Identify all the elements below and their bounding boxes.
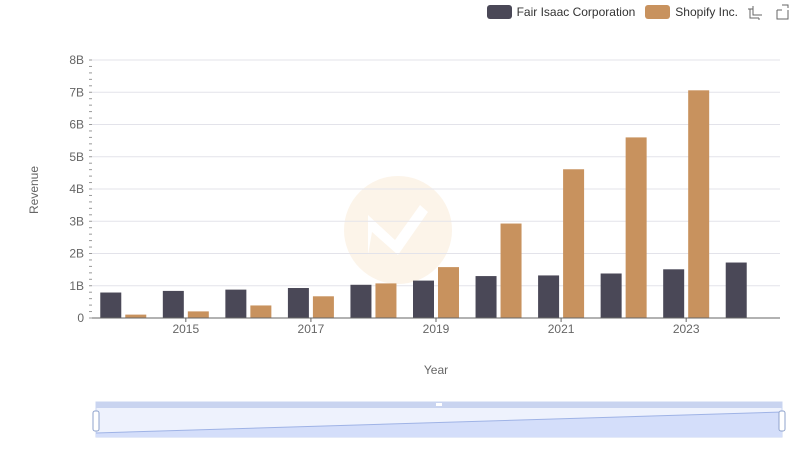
bar-shopify-2023 bbox=[688, 90, 710, 318]
y-tick-label: 1B bbox=[69, 279, 84, 293]
x-tick-label: 2017 bbox=[298, 322, 325, 336]
watermark-logo bbox=[344, 176, 452, 284]
bar-fair-isaac-2014 bbox=[100, 292, 122, 318]
y-tick-label: 5B bbox=[69, 150, 84, 164]
bar-fair-isaac-2020 bbox=[475, 276, 497, 318]
bar-shopify-2015 bbox=[187, 311, 209, 318]
x-tick-label: 2021 bbox=[548, 322, 575, 336]
y-tick-label: 7B bbox=[69, 85, 84, 99]
bar-shopify-2014 bbox=[125, 314, 147, 318]
y-tick-label: 3B bbox=[69, 214, 84, 228]
bar-shopify-2020 bbox=[500, 223, 522, 318]
bar-fair-isaac-2015 bbox=[162, 290, 184, 318]
bar-fair-isaac-2021 bbox=[538, 275, 560, 318]
data-zoom-slider[interactable] bbox=[92, 401, 786, 438]
bar-shopify-2021 bbox=[563, 169, 585, 318]
bar-fair-isaac-2023 bbox=[663, 269, 685, 318]
bar-shopify-2018 bbox=[375, 283, 397, 318]
y-tick-label: 4B bbox=[69, 182, 84, 196]
bar-chart: 0 1B 2B 3B 4B 5B 6B 7B 8B 2015 2017 2019 2021 2023 bbox=[69, 53, 786, 438]
bar-fair-isaac-2024 bbox=[725, 262, 747, 318]
bar-shopify-2016 bbox=[250, 305, 272, 318]
bar-fair-isaac-2022 bbox=[600, 273, 622, 318]
bar-fair-isaac-2019 bbox=[413, 280, 434, 318]
x-tick-label: 2019 bbox=[423, 322, 450, 336]
x-tick-label: 2015 bbox=[172, 322, 199, 336]
bar-fair-isaac-2018 bbox=[350, 284, 372, 318]
bar-shopify-2017 bbox=[312, 296, 334, 318]
y-tick-label: 8B bbox=[69, 53, 84, 67]
slider-left-handle[interactable] bbox=[92, 410, 100, 432]
bar-shopify-2022 bbox=[625, 137, 647, 318]
bar-fair-isaac-2016 bbox=[225, 289, 247, 318]
bar-shopify-2019 bbox=[438, 267, 459, 318]
slider-grip[interactable] bbox=[436, 403, 442, 406]
bar-fair-isaac-2017 bbox=[287, 288, 309, 318]
x-tick-label: 2023 bbox=[673, 322, 700, 336]
y-tick-label: 0 bbox=[77, 311, 84, 325]
y-tick-label: 2B bbox=[69, 247, 84, 261]
slider-right-handle[interactable] bbox=[778, 410, 786, 432]
y-tick-label: 6B bbox=[69, 118, 84, 132]
